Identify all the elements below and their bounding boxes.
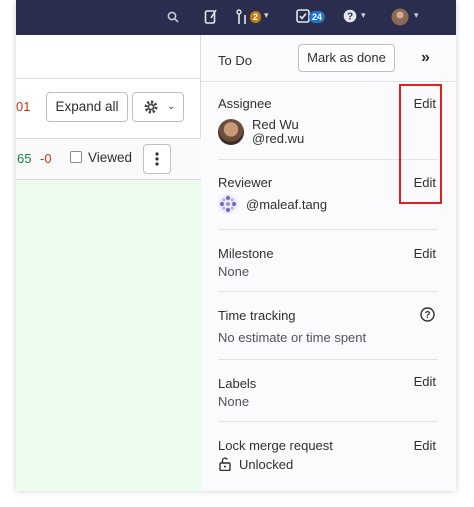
- viewed-checkbox[interactable]: [70, 151, 82, 163]
- todo-label: To Do: [218, 53, 252, 68]
- lock-value: Unlocked: [239, 457, 294, 472]
- diff-added-lines: [16, 180, 201, 491]
- app-window: 2 ▾ 24 ? ▾ ▾ 01 Expand all ⌄ 65 -0 Viewe…: [16, 0, 456, 491]
- milestone-edit-link[interactable]: Edit: [414, 246, 436, 261]
- search-icon[interactable]: [167, 10, 179, 27]
- diff-settings-button[interactable]: ⌄: [132, 92, 184, 122]
- milestone-title: Milestone: [218, 246, 274, 261]
- issues-icon[interactable]: [204, 9, 218, 29]
- svg-text:?: ?: [347, 12, 353, 23]
- help-icon[interactable]: ?: [343, 9, 357, 27]
- file-header: 65 -0 Viewed: [16, 138, 201, 180]
- assignee-avatar: [218, 119, 244, 145]
- annotation-highlight: [399, 84, 442, 204]
- divider: [218, 359, 438, 360]
- lock-edit-link[interactable]: Edit: [414, 438, 436, 453]
- top-navbar: 2 ▾ 24 ? ▾ ▾: [16, 0, 456, 35]
- chevron-down-icon[interactable]: ▾: [264, 10, 269, 21]
- gear-icon: [143, 99, 159, 120]
- labels-value: None: [218, 394, 250, 409]
- chevron-down-icon[interactable]: ▾: [361, 10, 366, 21]
- assignee-username[interactable]: @red.wu: [252, 131, 304, 146]
- mark-as-done-button[interactable]: Mark as done: [298, 44, 395, 72]
- todo-count-badge: 24: [309, 11, 326, 23]
- chevron-down-icon[interactable]: ▾: [414, 10, 419, 21]
- expand-all-button[interactable]: Expand all: [46, 92, 128, 122]
- additions-count: 65: [17, 151, 32, 166]
- todo-icon[interactable]: [296, 9, 310, 27]
- milestone-value: None: [218, 264, 250, 279]
- reviewer-username[interactable]: @maleaf.tang: [246, 197, 327, 212]
- assignee-name[interactable]: Red Wu: [252, 117, 299, 132]
- user-avatar[interactable]: [391, 8, 409, 30]
- reviewer-avatar: [218, 194, 238, 214]
- labels-title: Labels: [218, 376, 257, 391]
- diff-tabs-bar: [16, 35, 201, 79]
- chevron-down-icon: ⌄: [167, 101, 176, 112]
- diff-stat-partial: 01: [16, 99, 31, 114]
- time-tracking-title: Time tracking: [218, 308, 296, 323]
- labels-edit-link[interactable]: Edit: [414, 374, 436, 389]
- diff-panel: 01 Expand all ⌄ 65 -0 Viewed: [16, 35, 201, 491]
- merge-requests-count-badge: 2: [250, 11, 262, 23]
- divider: [218, 229, 438, 230]
- svg-text:?: ?: [424, 310, 430, 321]
- merge-requests-icon[interactable]: [236, 9, 248, 29]
- divider: [218, 291, 438, 292]
- deletions-count: -0: [40, 151, 52, 166]
- help-icon[interactable]: ?: [420, 307, 435, 327]
- file-options-button[interactable]: [143, 144, 171, 174]
- time-tracking-value: No estimate or time spent: [218, 330, 367, 345]
- unlock-icon: [219, 457, 231, 476]
- divider: [218, 421, 438, 422]
- divider: [201, 81, 456, 82]
- collapse-sidebar-icon[interactable]: »: [421, 49, 430, 67]
- lock-merge-request-title: Lock merge request: [218, 438, 333, 453]
- kebab-icon: [155, 152, 159, 171]
- viewed-label: Viewed: [88, 150, 133, 165]
